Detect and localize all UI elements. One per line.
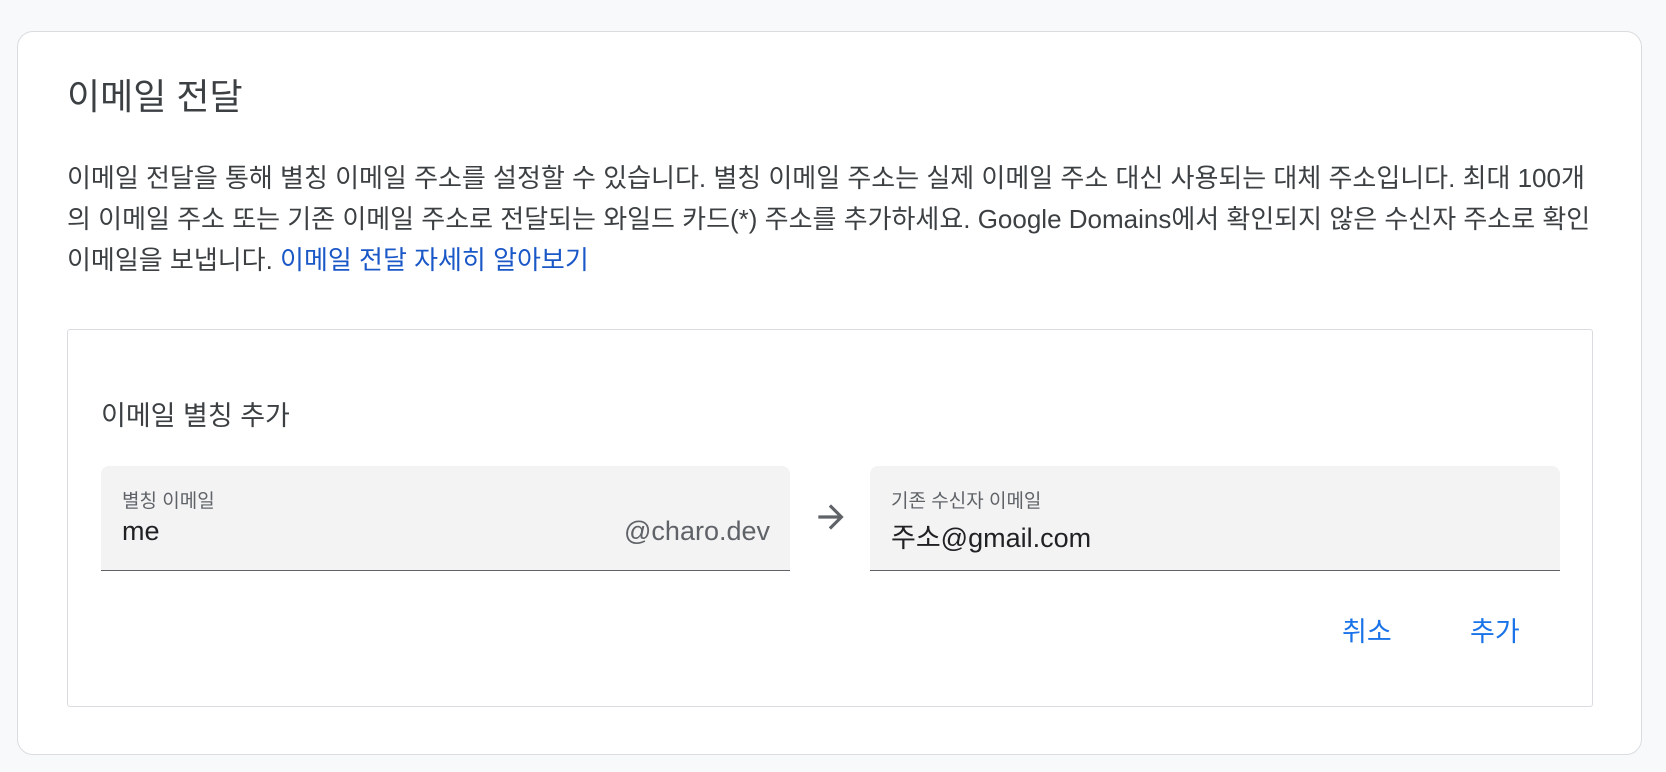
add-alias-title: 이메일 별칭 추가 xyxy=(101,401,290,431)
cancel-button[interactable]: 취소 xyxy=(1326,610,1408,654)
alias-email-field[interactable]: 별칭 이메일 me @charo.dev xyxy=(101,466,790,571)
destination-email-label: 기존 수신자 이메일 xyxy=(891,491,1042,512)
alias-email-label: 별칭 이메일 xyxy=(122,491,215,512)
destination-email-input[interactable]: 주소@gmail.com xyxy=(891,516,1091,555)
section-title: 이메일 전달 xyxy=(67,76,243,117)
destination-email-field[interactable]: 기존 수신자 이메일 주소@gmail.com xyxy=(870,466,1560,571)
arrow-right-icon xyxy=(818,504,844,530)
add-button[interactable]: 추가 xyxy=(1454,610,1536,654)
domain-suffix: @charo.dev xyxy=(624,516,770,546)
email-forwarding-card: 이메일 전달 이메일 전달을 통해 별칭 이메일 주소를 설정할 수 있습니다.… xyxy=(17,31,1642,755)
add-alias-panel: 이메일 별칭 추가 별칭 이메일 me @charo.dev 기존 수신자 이메… xyxy=(67,329,1593,707)
section-description: 이메일 전달을 통해 별칭 이메일 주소를 설정할 수 있습니다. 별칭 이메일… xyxy=(67,158,1607,281)
learn-more-link[interactable]: 이메일 전달 자세히 알아보기 xyxy=(280,245,589,275)
alias-email-input[interactable]: me xyxy=(122,516,160,547)
